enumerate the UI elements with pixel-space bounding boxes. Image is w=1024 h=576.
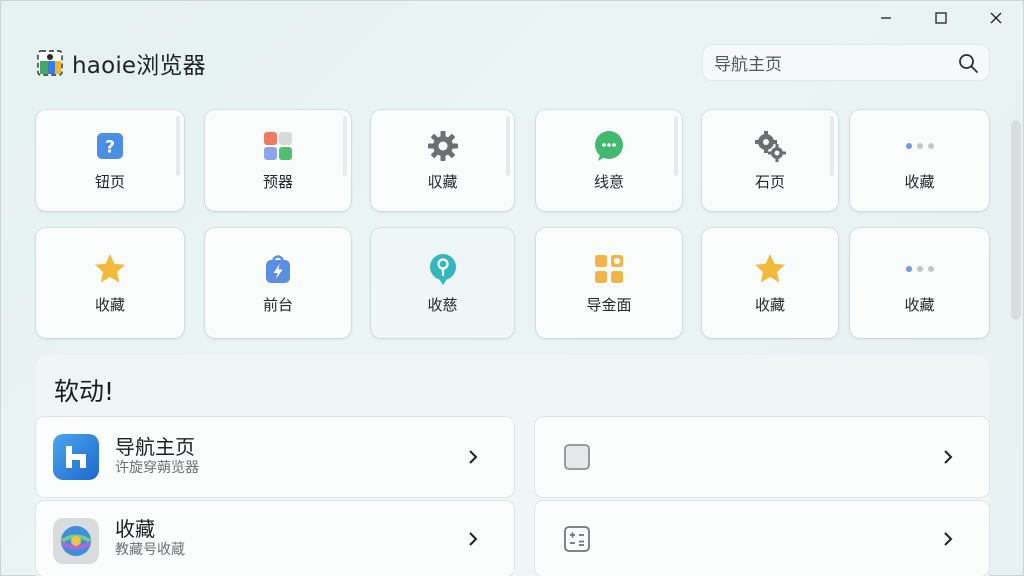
tile-label: 收藏 — [94, 295, 125, 314]
app-brand: haoie浏览器 — [36, 46, 206, 80]
tile-label: 收慈 — [427, 295, 458, 314]
haoie-logo-icon — [53, 434, 99, 480]
tile-extensions[interactable]: 石页 — [702, 110, 838, 211]
chevron-right-icon — [469, 450, 478, 464]
tile-label: 石页 — [754, 173, 785, 191]
tile-grid[interactable]: 导金面 — [536, 228, 682, 338]
close-icon — [990, 12, 1002, 24]
card-favorites[interactable]: 收藏 教藏号收蔵 — [36, 501, 514, 576]
star-icon — [755, 253, 785, 282]
maximize-icon — [935, 12, 947, 24]
maximize-button[interactable] — [927, 8, 955, 28]
apps-icon — [264, 132, 292, 160]
minimize-button[interactable] — [872, 8, 900, 28]
star-icon — [95, 253, 125, 282]
tile-scrollbar — [506, 116, 510, 176]
svg-text:?: ? — [105, 138, 115, 158]
chevron-right-icon — [944, 450, 953, 464]
card-title: 收藏 — [115, 517, 155, 541]
tile-settings[interactable]: 収藏 — [371, 110, 514, 211]
pin-icon — [429, 253, 456, 285]
tile-favorites-2[interactable]: 收藏 — [702, 228, 838, 338]
tile-scrollbar — [176, 116, 180, 176]
close-button[interactable] — [982, 8, 1010, 28]
tile-label: 前台 — [262, 295, 293, 314]
minimize-icon — [881, 17, 891, 19]
bolt-bag-icon — [266, 254, 290, 283]
chevron-right-icon — [944, 531, 953, 546]
tile-label: 线意 — [593, 173, 624, 191]
tile-more[interactable]: 收藏 — [850, 110, 989, 211]
calc-icon — [564, 525, 590, 552]
content-panel: 软动! 导航主页 许旋穿蒴览器 收藏 教藏号收蔵 — [36, 355, 989, 576]
tile-front[interactable]: 前台 — [205, 228, 351, 338]
card-title: 导航主页 — [115, 435, 195, 459]
app-title: haoie浏览器 — [72, 53, 206, 79]
more-icon — [905, 265, 934, 272]
tile-scrollbar — [674, 116, 678, 176]
help-icon: ? — [97, 133, 123, 159]
tile-apps[interactable]: 预器 — [205, 110, 351, 211]
tile-scrollbar — [343, 116, 347, 176]
page-scrollbar[interactable] — [1011, 120, 1021, 320]
tile-location[interactable]: 收慈 — [371, 228, 514, 338]
tile-label: 收藏 — [754, 295, 785, 314]
square-icon — [564, 444, 590, 470]
tile-help[interactable]: ? 钮页 — [36, 110, 184, 211]
tile-label: 収藏 — [427, 173, 458, 191]
puzzle-gear-icon — [755, 131, 786, 162]
grid-icon — [595, 254, 623, 283]
card-subtitle: 教藏号收蔵 — [115, 542, 185, 558]
search-icon[interactable] — [957, 52, 979, 74]
tile-chat[interactable]: 线意 — [536, 110, 682, 211]
tile-label: 钮页 — [94, 173, 125, 191]
card-home[interactable]: 导航主页 许旋穿蒴览器 — [36, 417, 514, 497]
tile-label: 预器 — [262, 173, 293, 191]
chat-icon — [595, 131, 623, 161]
browser-logo-icon — [37, 50, 63, 76]
card-subtitle: 许旋穿蒴览器 — [115, 460, 199, 476]
tile-label: 收藏 — [904, 295, 935, 314]
card-right-2[interactable] — [535, 501, 989, 576]
panel-title: 软动! — [54, 377, 115, 406]
more-icon — [905, 143, 934, 149]
globe-icon — [53, 518, 99, 564]
tile-label: 导金面 — [586, 295, 632, 314]
gear-icon — [427, 131, 458, 161]
tile-more-2[interactable]: 收藏 — [850, 228, 989, 338]
tile-scrollbar — [830, 116, 834, 176]
chevron-right-icon — [469, 531, 478, 546]
tile-favorites[interactable]: 收藏 — [36, 228, 184, 338]
tile-label: 收藏 — [904, 173, 935, 191]
search-box[interactable]: 导航主页 — [702, 44, 990, 81]
card-right-1[interactable] — [535, 417, 989, 497]
search-input[interactable]: 导航主页 — [714, 50, 957, 75]
